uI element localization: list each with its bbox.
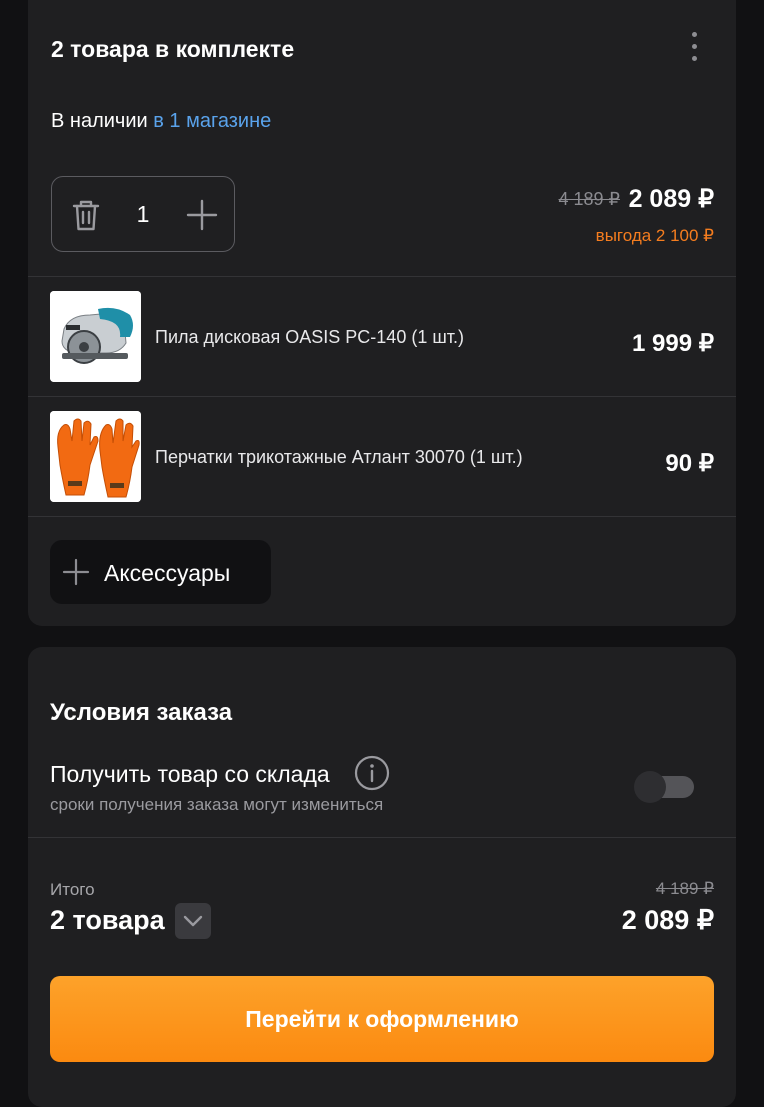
kit-price-old: 4 189 ₽	[558, 189, 621, 209]
total-items-count: 2 товара	[50, 905, 165, 935]
order-card: Условия заказа Получить товар со склада …	[28, 647, 736, 1107]
warehouse-pickup-toggle[interactable]	[634, 771, 694, 803]
checkout-button[interactable]: Перейти к оформлению	[50, 976, 714, 1062]
more-options-icon[interactable]	[680, 26, 708, 66]
add-accessories-button[interactable]: Аксессуары	[50, 540, 271, 604]
total-price: 2 089 ₽	[621, 905, 714, 935]
total-label: Итого	[50, 880, 95, 899]
quantity-value: 1	[136, 201, 150, 227]
item-name[interactable]: Перчатки трикотажные Атлант 30070 (1 шт.…	[155, 447, 523, 468]
checkout-label: Перейти к оформлению	[245, 1005, 519, 1032]
plus-icon	[62, 558, 90, 586]
item-price: 1 999 ₽	[632, 330, 714, 357]
warehouse-pickup-label: Получить товар со склада	[50, 761, 330, 787]
kit-benefit: выгода 2 100 ₽	[595, 226, 714, 245]
kit-item[interactable]: Пила дисковая OASIS PC-140 (1 шт.) 1 999…	[28, 277, 736, 397]
order-conditions-title: Условия заказа	[50, 699, 233, 726]
accessories-label: Аксессуары	[104, 560, 231, 586]
kit-item[interactable]: Перчатки трикотажные Атлант 30070 (1 шт.…	[28, 397, 736, 517]
pickup-note: сроки получения заказа могут измениться	[50, 795, 384, 814]
plus-icon[interactable]	[182, 195, 222, 235]
item-name[interactable]: Пила дисковая OASIS PC-140 (1 шт.)	[155, 327, 464, 348]
quantity-stepper: 1	[51, 176, 235, 252]
kit-price: 2 089 ₽	[628, 185, 714, 213]
info-icon[interactable]	[354, 755, 390, 791]
circular-saw-image[interactable]	[50, 291, 141, 382]
kit-title: 2 товара в комплекте	[51, 36, 295, 62]
availability-prefix: В наличии	[51, 110, 148, 132]
store-link[interactable]: в 1 магазине	[153, 110, 271, 132]
orange-gloves-image[interactable]	[50, 411, 141, 502]
trash-icon[interactable]	[66, 195, 106, 235]
availability: В наличии в 1 магазине	[51, 110, 271, 133]
toggle-knob	[634, 771, 666, 803]
kit-card: 2 товара в комплекте В наличии в 1 магаз…	[28, 0, 736, 626]
item-price: 90 ₽	[665, 450, 714, 477]
chevron-down-icon[interactable]	[175, 903, 211, 939]
total-price-old: 4 189 ₽	[655, 879, 714, 898]
